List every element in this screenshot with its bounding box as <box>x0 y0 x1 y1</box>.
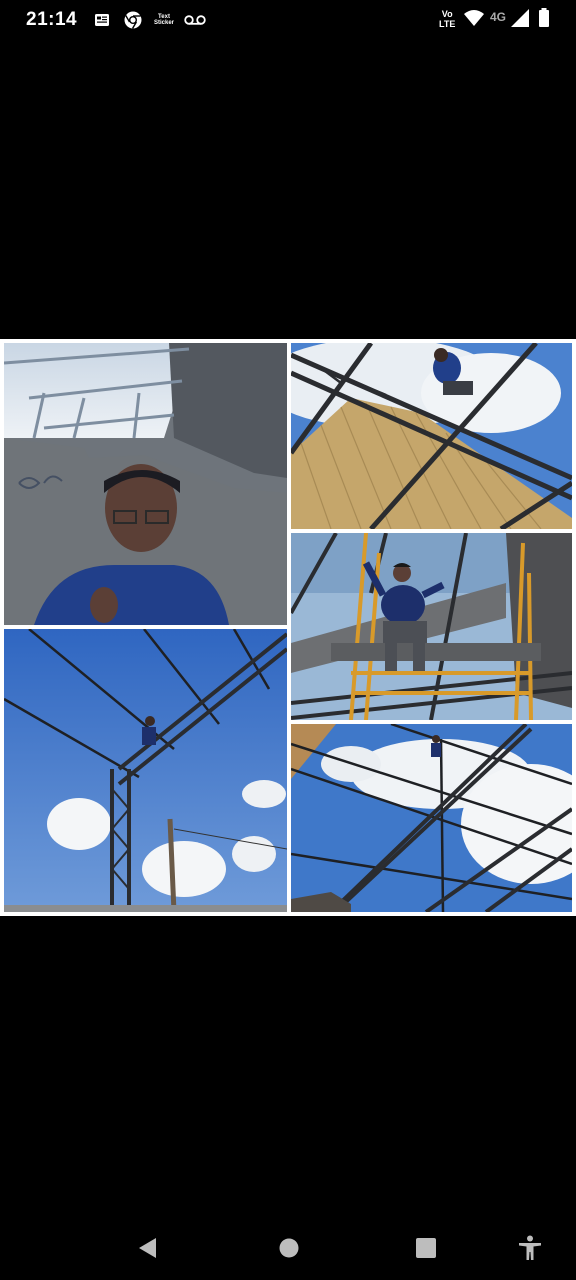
collage-photo-scaffold[interactable] <box>291 533 572 720</box>
battery-icon <box>538 8 550 33</box>
volte-line1: Vo <box>441 9 453 19</box>
photo-collage[interactable] <box>0 339 576 916</box>
text-sticker-line2: Sticker <box>153 20 174 26</box>
volte-indicator: Vo LTE <box>439 9 455 29</box>
collage-photo-selfie[interactable] <box>4 343 287 625</box>
network-type: 4G <box>490 10 507 24</box>
collage-photo-column[interactable] <box>4 629 287 912</box>
volte-line2: LTE <box>439 19 456 29</box>
back-icon[interactable] <box>130 1234 166 1262</box>
status-time: 21:14 <box>26 9 78 30</box>
collage-photo-frame[interactable] <box>291 724 572 912</box>
voicemail-icon <box>183 11 207 29</box>
news-icon <box>94 11 110 29</box>
status-bar: 21:14 Text Sticker Vo LTE 4G <box>0 0 576 40</box>
wifi-icon <box>463 8 485 33</box>
recents-icon[interactable] <box>408 1234 444 1262</box>
collage-photo-truss-roof[interactable] <box>291 343 572 529</box>
home-icon[interactable] <box>271 1234 307 1262</box>
accessibility-icon[interactable] <box>512 1234 548 1262</box>
signal-icon <box>510 8 530 33</box>
navigation-bar <box>0 1212 576 1280</box>
chrome-icon <box>123 11 143 29</box>
text-sticker-icon: Text Sticker <box>152 11 176 29</box>
